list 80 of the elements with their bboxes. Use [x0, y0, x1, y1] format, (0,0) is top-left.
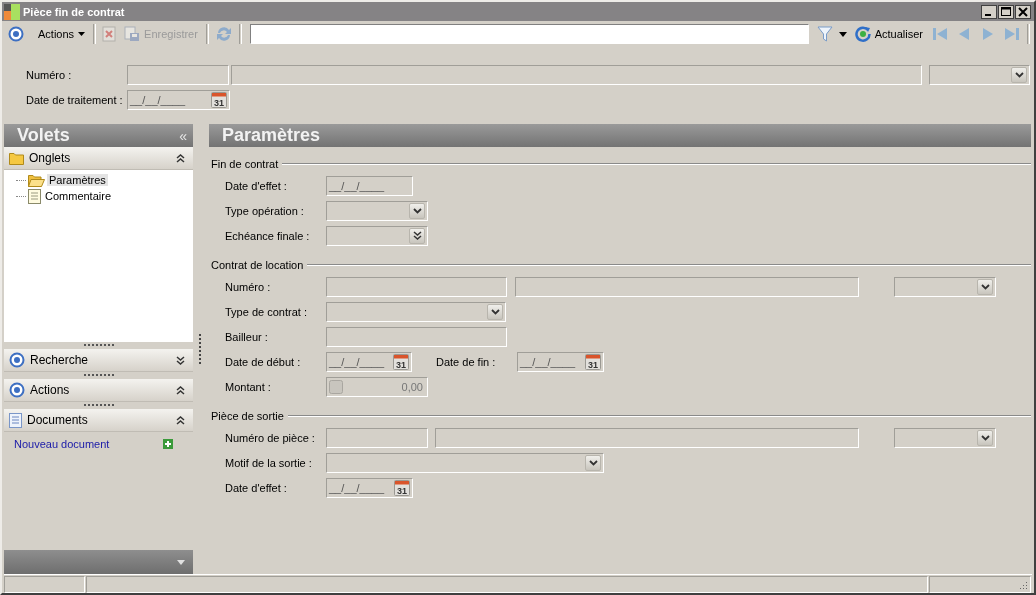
chevron-down-icon — [1014, 71, 1024, 78]
chevron-down-icon — [490, 308, 500, 315]
text-field[interactable] — [231, 64, 922, 85]
field-label: Date d'effet : — [225, 179, 288, 192]
field-label: Echéance finale : — [225, 229, 311, 242]
text-field[interactable] — [515, 276, 859, 297]
text-field[interactable] — [326, 326, 507, 347]
square-button-icon[interactable] — [329, 379, 343, 394]
new-document-link[interactable]: Nouveau document — [14, 438, 110, 450]
field-label: Numéro de pièce : — [225, 431, 316, 444]
dropdown[interactable] — [894, 276, 996, 297]
date-field[interactable]: __/__/____ 31 — [326, 351, 412, 372]
caret-down-icon — [78, 32, 86, 36]
field-label: Motif de la sortie : — [225, 456, 313, 469]
reload-icon — [854, 26, 871, 42]
close-button[interactable] — [1015, 4, 1031, 19]
section-header[interactable]: Actions — [4, 379, 193, 402]
chevron-down-icon — [980, 283, 990, 290]
field-label: Date de traitement : — [26, 93, 124, 106]
dropdown[interactable] — [894, 427, 996, 448]
double-chevron-down-icon — [412, 231, 422, 240]
text-field[interactable] — [326, 276, 507, 297]
field-label: Numéro : — [225, 280, 272, 293]
document-icon — [9, 412, 22, 428]
filter-icon[interactable] — [816, 25, 833, 43]
text-field[interactable] — [127, 64, 229, 85]
field-label: Bailleur : — [225, 330, 269, 343]
target-icon — [9, 352, 25, 368]
field-label: Numéro : — [26, 68, 73, 81]
note-icon — [28, 188, 41, 204]
section-header[interactable]: Recherche — [4, 349, 193, 372]
dropdown[interactable] — [326, 452, 604, 473]
panel-title: Volets — [17, 125, 70, 146]
resize-grip-icon[interactable] — [1018, 580, 1028, 590]
caret-down-icon[interactable] — [838, 31, 847, 37]
dropdown[interactable] — [326, 225, 428, 246]
chevron-down-icon — [588, 459, 598, 466]
text-field[interactable] — [326, 427, 428, 448]
calendar-icon[interactable]: 31 — [393, 353, 409, 370]
field-label: Date d'effet : — [225, 481, 288, 494]
calendar-icon[interactable]: 31 — [211, 91, 227, 108]
app-icon — [4, 3, 20, 20]
panel-header: Paramètres — [209, 124, 1031, 147]
tree-item[interactable]: Commentaire — [43, 190, 114, 202]
group-title: Fin de contrat — [211, 158, 280, 170]
calendar-icon[interactable]: 31 — [585, 353, 601, 370]
actions-menu[interactable]: Actions — [36, 23, 88, 45]
section-header[interactable]: Onglets — [4, 147, 193, 170]
menu-icon[interactable] — [8, 26, 24, 42]
dropdown[interactable] — [326, 301, 506, 322]
section-header[interactable]: Documents — [4, 409, 193, 432]
dropdown[interactable] — [326, 200, 428, 221]
open-folder-icon — [28, 173, 45, 187]
text-field[interactable] — [435, 427, 859, 448]
folder-icon — [9, 151, 24, 165]
tree-item[interactable]: Paramètres — [47, 174, 108, 186]
chevron-down-icon — [412, 207, 422, 214]
field-label: Type opération : — [225, 204, 305, 217]
date-field[interactable]: __/__/____ 31 — [127, 89, 230, 110]
chevron-down-icon — [980, 434, 990, 441]
date-field[interactable]: __/__/____ 31 — [517, 351, 604, 372]
date-field[interactable]: __/__/____ 31 — [326, 477, 413, 498]
dropdown[interactable] — [929, 64, 1030, 85]
date-field[interactable]: __/__/____ — [326, 175, 413, 196]
field-label: Montant : — [225, 380, 272, 393]
target-icon — [9, 382, 25, 398]
search-field[interactable] — [249, 24, 809, 44]
calendar-icon[interactable]: 31 — [394, 479, 410, 496]
splitter-handle[interactable] — [199, 334, 203, 364]
field-label: Date de début : — [225, 355, 302, 368]
group-title: Contrat de location — [211, 259, 305, 271]
field-label: Date de fin : — [436, 355, 497, 368]
maximize-button[interactable] — [998, 4, 1014, 19]
window-title: Pièce fin de contrat — [23, 5, 125, 18]
group-title: Pièce de sortie — [211, 410, 285, 422]
minimize-button[interactable] — [981, 4, 997, 19]
refresh-button[interactable]: Actualiser — [852, 23, 925, 45]
add-icon[interactable] — [163, 439, 173, 449]
field-label: Type de contrat : — [225, 305, 308, 318]
save-icon — [124, 26, 141, 42]
